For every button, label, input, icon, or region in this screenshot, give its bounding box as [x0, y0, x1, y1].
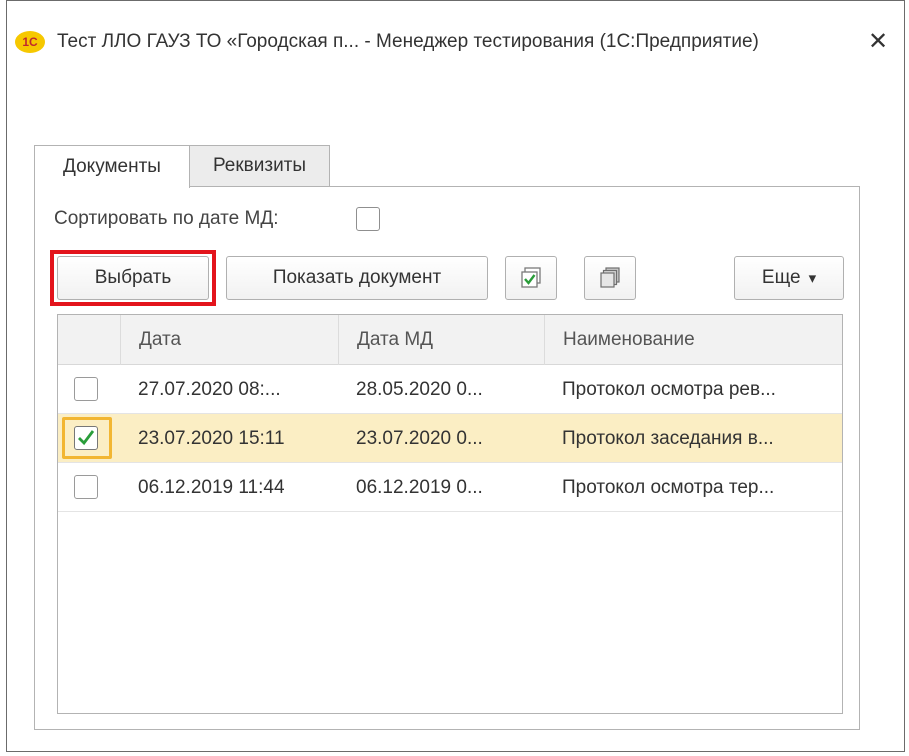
uncheck-all-icon [600, 267, 620, 288]
column-header-date[interactable]: Дата [120, 315, 338, 365]
sort-by-md-date-label: Сортировать по дате МД: [54, 208, 279, 229]
check-all-button[interactable] [505, 256, 557, 300]
select-button[interactable]: Выбрать [57, 256, 209, 300]
row-name: Протокол заседания в... [562, 427, 774, 449]
table-row[interactable]: 23.07.2020 15:11 23.07.2020 0... Протоко… [58, 414, 842, 463]
row-date-md: 28.05.2020 0... [356, 378, 483, 400]
close-button[interactable]: ✕ [864, 27, 892, 55]
column-header-date-md[interactable]: Дата МД [338, 315, 544, 365]
table-header: Дата Дата МД Наименование [58, 315, 842, 365]
row-date: 06.12.2019 11:44 [138, 476, 285, 498]
more-label: Еще [761, 267, 801, 288]
row-date-md: 23.07.2020 0... [356, 427, 483, 449]
checkbox-column-header[interactable] [58, 315, 120, 365]
row-date: 23.07.2020 15:11 [138, 427, 285, 449]
row-checkbox[interactable] [74, 426, 98, 450]
row-name: Протокол осмотра тер... [562, 476, 775, 498]
documents-table: Дата Дата МД Наименование 27.07.2020 08:… [57, 314, 843, 714]
1c-logo-icon: 1С [15, 31, 45, 53]
window-title: Тест ЛЛО ГАУЗ ТО «Городская п... - Менед… [57, 31, 759, 52]
check-all-icon [521, 267, 541, 288]
show-document-button[interactable]: Показать документ [226, 256, 488, 300]
row-checkbox[interactable] [74, 475, 98, 499]
uncheck-all-button[interactable] [584, 256, 636, 300]
row-name: Протокол осмотра рев... [562, 378, 776, 400]
row-checkbox[interactable] [74, 377, 98, 401]
title-bar: 1С Тест ЛЛО ГАУЗ ТО «Городская п... - Ме… [7, 1, 904, 79]
sort-by-md-date-checkbox[interactable] [356, 207, 380, 231]
table-row[interactable]: 27.07.2020 08:... 28.05.2020 0... Проток… [58, 365, 842, 414]
tab-documents[interactable]: Документы [34, 145, 190, 188]
row-date-md: 06.12.2019 0... [356, 476, 483, 498]
row-date: 27.07.2020 08:... [138, 378, 281, 400]
checkmark-icon [78, 430, 95, 446]
chevron-down-icon: ▾ [808, 270, 817, 287]
tab-requisites[interactable]: Реквизиты [190, 145, 330, 187]
table-row[interactable]: 06.12.2019 11:44 06.12.2019 0... Протоко… [58, 463, 842, 512]
more-menu-button[interactable]: Еще ▾ [734, 256, 844, 300]
column-header-name[interactable]: Наименование [544, 315, 842, 365]
